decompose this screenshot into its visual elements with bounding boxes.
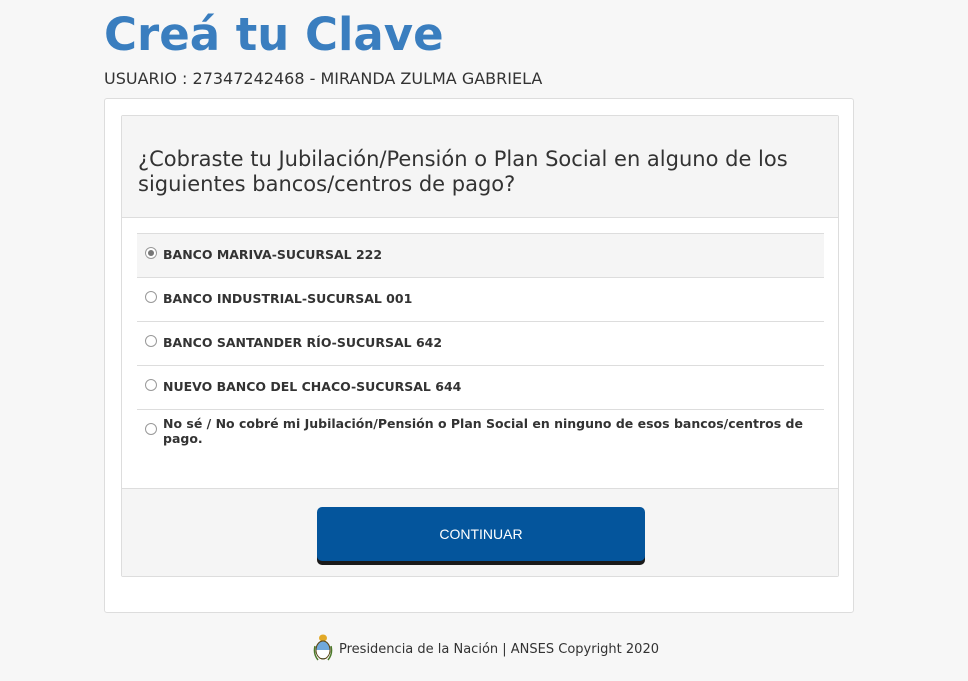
option-item[interactable]: BANCO MARIVA-SUCURSAL 222 [137,234,824,278]
radio-button[interactable] [145,335,157,347]
question-text: ¿Cobraste tu Jubilación/Pensión o Plan S… [138,147,788,196]
radio-button[interactable] [145,379,157,391]
option-item[interactable]: No sé / No cobré mi Jubilación/Pensión o… [137,410,824,454]
radio-button[interactable] [145,247,157,259]
form-card: ¿Cobraste tu Jubilación/Pensión o Plan S… [104,98,854,613]
argentina-coat-of-arms-icon [309,632,339,666]
radio-button[interactable] [145,423,157,435]
option-item[interactable]: BANCO SANTANDER RÍO-SUCURSAL 642 [137,322,824,366]
question-panel: ¿Cobraste tu Jubilación/Pensión o Plan S… [121,115,839,577]
option-item[interactable]: NUEVO BANCO DEL CHACO-SUCURSAL 644 [137,366,824,410]
radio-button[interactable] [145,291,157,303]
panel-footer: CONTINUAR [122,488,838,576]
option-label[interactable]: BANCO SANTANDER RÍO-SUCURSAL 642 [163,335,442,350]
page-title: Creá tu Clave [104,8,444,61]
option-label[interactable]: BANCO MARIVA-SUCURSAL 222 [163,247,382,262]
option-label[interactable]: NUEVO BANCO DEL CHACO-SUCURSAL 644 [163,379,461,394]
footer-text: Presidencia de la Nación | ANSES Copyrig… [339,641,659,657]
option-item[interactable]: BANCO INDUSTRIAL-SUCURSAL 001 [137,278,824,322]
continue-button[interactable]: CONTINUAR [317,507,645,561]
user-info: USUARIO : 27347242468 - MIRANDA ZULMA GA… [104,69,543,88]
panel-header: ¿Cobraste tu Jubilación/Pensión o Plan S… [122,116,838,218]
options-list: BANCO MARIVA-SUCURSAL 222 BANCO INDUSTRI… [137,233,824,454]
option-label[interactable]: BANCO INDUSTRIAL-SUCURSAL 001 [163,291,412,306]
page-footer: Presidencia de la Nación | ANSES Copyrig… [0,634,968,664]
option-label[interactable]: No sé / No cobré mi Jubilación/Pensión o… [163,416,824,446]
